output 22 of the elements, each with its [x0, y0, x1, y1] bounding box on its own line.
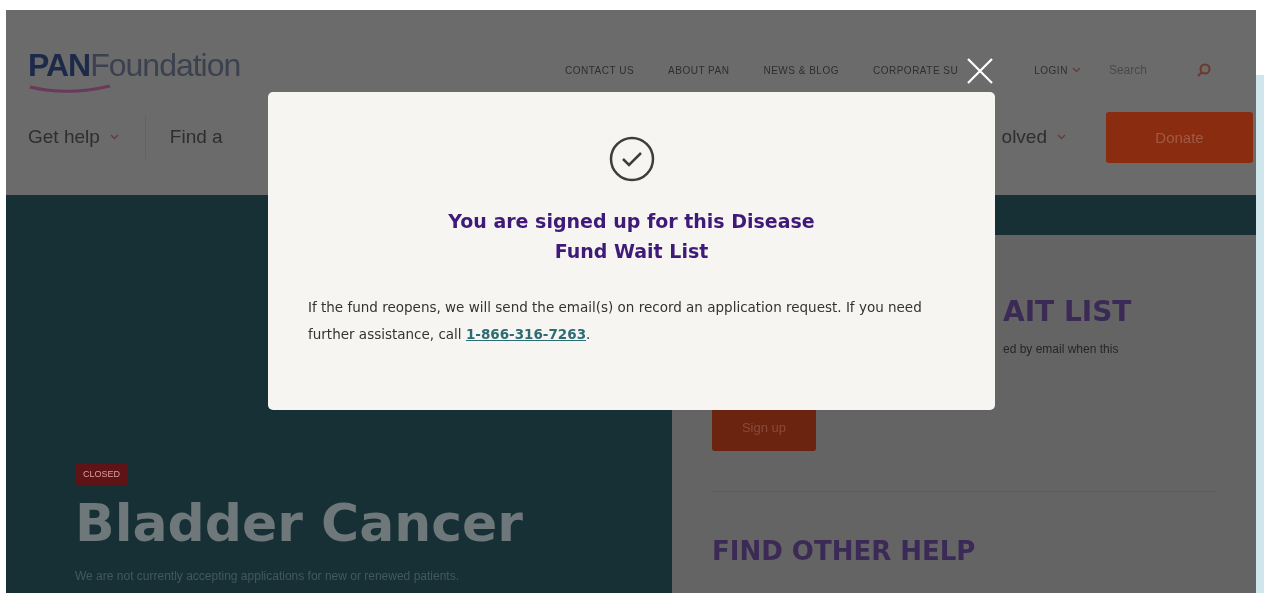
dialog-message: If the fund reopens, we will send the email(s) on record an application request. If you need further assistance, call 1-866-316-7263.	[308, 298, 923, 344]
chevron-down-icon	[1057, 134, 1066, 140]
logo-brand: PAN	[28, 46, 91, 84]
section-heading: FIND OTHER HELP	[712, 536, 977, 566]
hero-title: Bladder Cancer	[75, 493, 525, 553]
utility-nav-link[interactable]: CONTACT US	[565, 64, 635, 76]
main-nav-link[interactable]: olved	[1001, 126, 1066, 148]
utility-nav-link[interactable]: CORPORATE SU	[872, 64, 959, 76]
logo-swoosh-icon	[28, 83, 112, 94]
dialog-title: You are signed up for this Disease Fund Wait List	[447, 209, 816, 264]
check-circle-icon	[608, 136, 655, 182]
utility-nav-link[interactable]: ABOUT PAN	[668, 64, 730, 76]
chevron-down-icon	[109, 134, 119, 140]
card-heading: AIT LIST	[1003, 295, 1133, 328]
chevron-down-icon	[1071, 67, 1081, 73]
card-text: ed by email when this	[1003, 342, 1120, 356]
main-nav-link[interactable]: Find a	[169, 126, 223, 148]
utility-nav-link[interactable]: LOGIN	[1034, 64, 1081, 76]
main-nav-link[interactable]: Get help	[28, 126, 119, 148]
utility-nav-link[interactable]: NEWS & BLOG	[763, 64, 839, 76]
phone-link[interactable]: 1-866-316-7263	[465, 326, 587, 342]
status-badge: CLOSED	[75, 463, 128, 485]
